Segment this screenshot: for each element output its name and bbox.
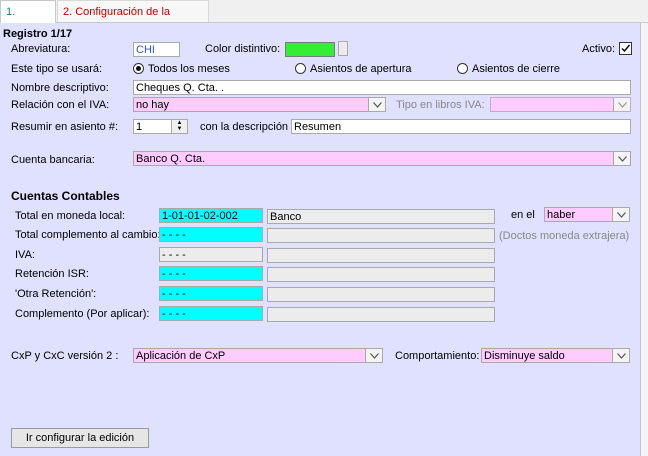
account-label-local: Total en moneda local: <box>15 210 126 222</box>
account-code-complement[interactable]: - - - - <box>159 227 263 242</box>
scrollbar[interactable] <box>641 23 648 456</box>
cxp-label: CxP y CxC versión 2 : <box>11 350 119 362</box>
desc-label: Nombre descriptivo: <box>11 82 109 94</box>
account-code-local[interactable]: 1-01-01-02-002 <box>159 208 263 223</box>
form-panel: Registro 1/17 Abreviatura: CHI Color dis… <box>0 23 641 456</box>
account-code-isr[interactable]: - - - - <box>159 266 263 281</box>
behavior-label: Comportamiento: <box>395 350 480 362</box>
bank-value: Banco Q. Cta. <box>136 153 206 165</box>
summary-desc-label: con la descripción <box>200 121 289 133</box>
account-label-isr: Retención ISR: <box>15 268 89 280</box>
tab-bar: 1. Básicos 2. Configuración de la edició… <box>0 0 648 40</box>
bank-label: Cuenta bancaria: <box>11 154 95 166</box>
account-name-other <box>267 287 495 302</box>
tab-basicos[interactable]: 1. Básicos <box>0 0 56 40</box>
stepper-arrows-icon[interactable]: ▲ ▼ <box>171 120 187 133</box>
chevron-down-icon[interactable] <box>612 349 629 362</box>
account-code-pending[interactable]: - - - - <box>159 306 263 321</box>
tipo-iva-select[interactable] <box>490 97 631 112</box>
behavior-select[interactable]: Disminuye saldo <box>481 348 630 363</box>
abbr-input[interactable]: CHI <box>133 42 180 57</box>
record-counter: Registro 1/17 <box>3 28 73 40</box>
iva-relation-value: no hay <box>136 99 170 111</box>
account-code-iva[interactable]: - - - - <box>159 247 263 262</box>
debit-credit-select[interactable]: haber <box>544 207 630 222</box>
active-label: Activo: <box>582 43 616 55</box>
summary-label: Resumir en asiento #: <box>11 121 118 133</box>
account-label-other: 'Otra Retención': <box>15 288 97 300</box>
summary-stepper[interactable]: 1 ▲ ▼ <box>133 119 188 134</box>
radio-label-apertura: Asientos de apertura <box>310 63 412 75</box>
summary-desc-input[interactable]: Resumen <box>291 119 631 134</box>
radio-label-cierre: Asientos de cierre <box>472 63 561 75</box>
behavior-value: Disminuye saldo <box>484 350 565 362</box>
desc-input[interactable]: Cheques Q. Cta. . <box>133 80 631 95</box>
account-name-pending <box>267 307 495 322</box>
account-label-iva: IVA: <box>15 249 35 261</box>
chevron-down-icon[interactable] <box>365 349 382 362</box>
chevron-down-icon[interactable] <box>613 152 630 165</box>
configure-edition-button[interactable]: Ir configurar la edición <box>11 428 149 448</box>
checkmark-icon <box>621 44 631 53</box>
account-label-complement: Total complemento al cambio: <box>15 229 161 241</box>
radio-apertura[interactable] <box>295 63 306 74</box>
radio-label-todos-meses: Todos los meses <box>148 63 230 75</box>
usage-label: Este tipo se usará: <box>11 63 103 75</box>
en-el-label: en el <box>511 209 535 221</box>
account-name-isr <box>267 267 495 282</box>
account-code-other[interactable]: - - - - <box>159 286 263 301</box>
chevron-down-icon[interactable] <box>612 208 629 221</box>
color-picker-button[interactable] <box>338 41 348 56</box>
radio-cierre[interactable] <box>457 63 468 74</box>
chevron-down-icon[interactable] <box>613 98 630 111</box>
account-label-pending: Complemento (Por aplicar): <box>15 308 150 320</box>
summary-value: 1 <box>136 121 143 133</box>
chevron-down-icon[interactable] <box>368 98 385 111</box>
abbr-label: Abreviatura: <box>11 43 71 55</box>
cxp-value: Aplicación de CxP <box>136 350 226 362</box>
tipo-iva-label: Tipo en libros IVA: <box>396 99 485 111</box>
iva-relation-label: Relación con el IVA: <box>11 99 110 111</box>
account-name-complement <box>267 228 495 243</box>
bank-select[interactable]: Banco Q. Cta. <box>133 151 631 166</box>
color-swatch[interactable] <box>285 42 335 57</box>
account-name-local: Banco <box>267 209 495 224</box>
foreign-note: (Doctos moneda extrajera) <box>499 230 630 242</box>
iva-relation-select[interactable]: no hay <box>133 97 386 112</box>
debit-credit-value: haber <box>547 209 576 221</box>
tab-configuracion-edicion[interactable]: 2. Configuración de la edición <box>57 0 209 40</box>
cxp-select[interactable]: Aplicación de CxP <box>133 348 383 363</box>
account-name-iva <box>267 248 495 263</box>
color-label: Color distintivo: <box>205 43 281 55</box>
accounts-title: Cuentas Contables <box>11 189 120 203</box>
active-checkbox[interactable] <box>619 42 632 55</box>
radio-todos-meses[interactable] <box>133 63 144 74</box>
